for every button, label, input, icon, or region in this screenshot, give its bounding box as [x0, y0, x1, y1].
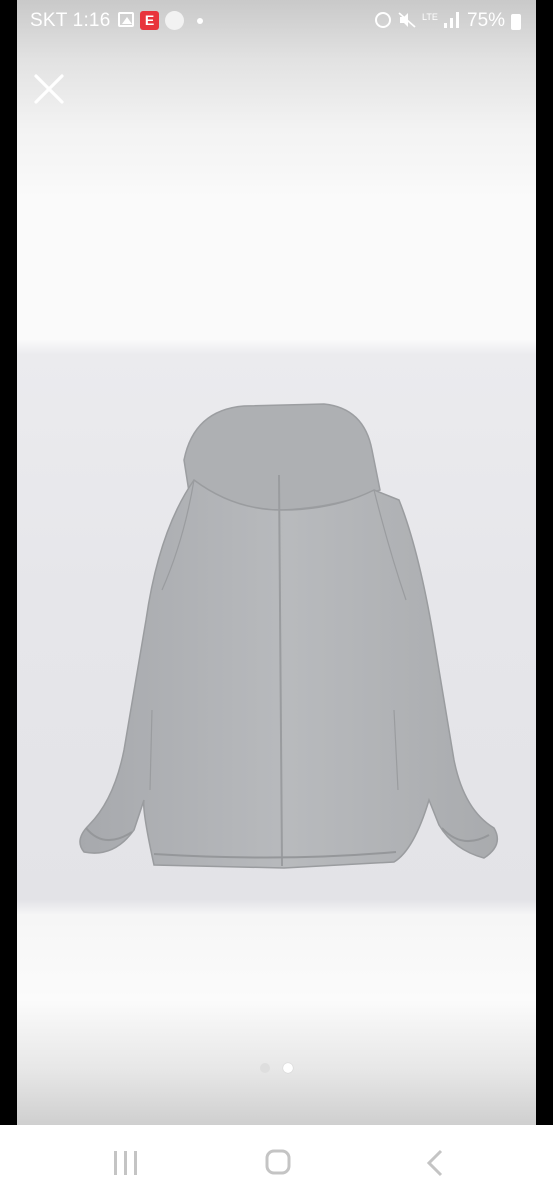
page-dot-1[interactable]	[260, 1063, 270, 1073]
signal-icon	[444, 12, 459, 28]
page-dot-2[interactable]	[283, 1063, 293, 1073]
mute-icon	[398, 12, 416, 28]
jacket-image	[79, 403, 499, 869]
lte-icon: LTE	[422, 12, 438, 22]
back-icon	[426, 1149, 443, 1177]
recent-apps-button[interactable]	[106, 1147, 146, 1179]
image-viewer[interactable]	[0, 0, 553, 1125]
recent-apps-icon	[114, 1151, 137, 1175]
battery-percentage: 75%	[467, 10, 506, 31]
home-button[interactable]	[258, 1147, 298, 1179]
product-photo	[17, 0, 536, 1125]
page-indicator	[0, 1063, 553, 1075]
app-badge-icon	[165, 11, 184, 30]
notification-dot-icon	[197, 18, 203, 24]
gallery-icon	[118, 12, 134, 27]
back-button[interactable]	[415, 1147, 455, 1179]
close-icon	[34, 74, 64, 104]
battery-icon	[511, 14, 521, 30]
close-button[interactable]	[30, 70, 68, 108]
status-bar: SKT 1:16 E LTE 75%	[0, 0, 553, 44]
e-app-icon: E	[140, 11, 159, 30]
navigation-bar	[0, 1125, 553, 1200]
alarm-icon	[375, 12, 391, 28]
carrier-time: SKT 1:16	[30, 10, 111, 31]
home-icon	[265, 1149, 291, 1175]
